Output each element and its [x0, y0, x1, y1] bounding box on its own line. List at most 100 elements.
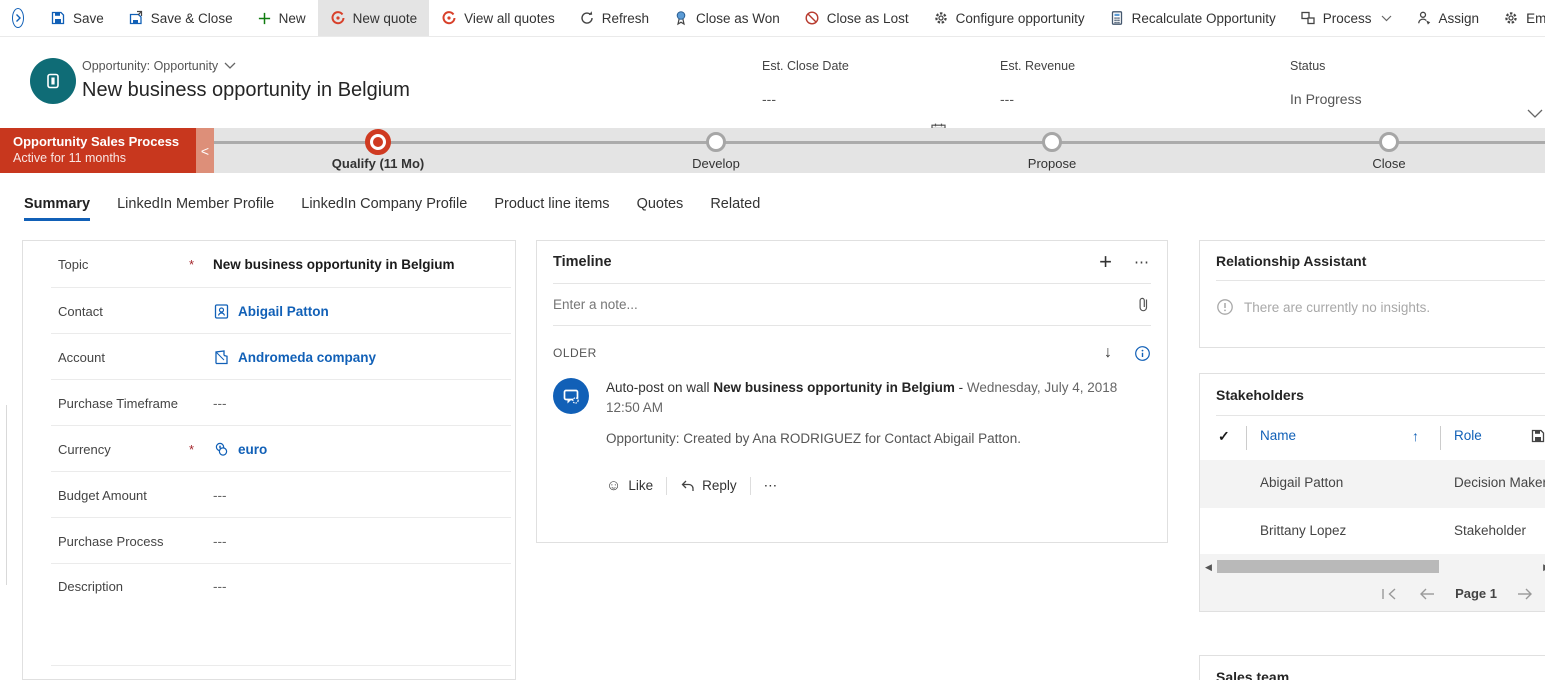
- relationship-assistant-panel: Relationship Assistant There are current…: [1199, 240, 1545, 348]
- recalculate-opportunity-button[interactable]: Recalculate Opportunity: [1097, 0, 1288, 36]
- business-process-flow: Opportunity Sales Process Active for 11 …: [0, 128, 1545, 173]
- reply-button[interactable]: Reply: [680, 476, 737, 496]
- stage-close[interactable]: Close: [1299, 128, 1479, 171]
- horizontal-scrollbar[interactable]: ◀ ▶: [1200, 560, 1545, 573]
- timeline-more-button[interactable]: ⋯: [1134, 253, 1151, 271]
- stage-develop[interactable]: Develop: [626, 128, 806, 171]
- sort-ascending-icon[interactable]: ↑: [1412, 428, 1419, 444]
- new-quote-button[interactable]: New quote: [318, 0, 430, 36]
- info-icon[interactable]: [1134, 345, 1151, 362]
- required-mark: *: [189, 442, 213, 457]
- assistant-empty-message: There are currently no insights.: [1244, 300, 1430, 315]
- previous-page-button[interactable]: [1418, 588, 1435, 600]
- scroll-left-icon[interactable]: ◀: [1205, 562, 1212, 573]
- timeline-title: Timeline: [553, 254, 1077, 270]
- note-input[interactable]: [553, 297, 1136, 312]
- post-headline: Auto-post on wall New business opportuni…: [606, 378, 1151, 418]
- prohibition-icon: [804, 10, 820, 26]
- tab-related[interactable]: Related: [710, 196, 760, 221]
- post-more-button[interactable]: ⋯: [764, 476, 778, 496]
- down-arrow-icon[interactable]: ↓: [1104, 344, 1112, 362]
- account-icon: [213, 349, 230, 366]
- timeline-panel: Timeline + ⋯ OLDER ↓ Auto-post on wall: [536, 240, 1168, 543]
- stage-active-dot-icon[interactable]: [365, 129, 391, 155]
- stakeholder-row[interactable]: Abigail Patton Decision Maker: [1200, 460, 1545, 508]
- tab-linkedin-company-profile[interactable]: LinkedIn Company Profile: [301, 196, 467, 221]
- older-label: OLDER: [553, 346, 1104, 360]
- topic-value[interactable]: New business opportunity in Belgium: [213, 257, 455, 272]
- view-all-quotes-button[interactable]: View all quotes: [429, 0, 567, 36]
- timeline-note-row: [553, 284, 1151, 326]
- stage-propose[interactable]: Propose: [962, 128, 1142, 171]
- account-link[interactable]: Andromeda company: [213, 349, 376, 366]
- like-button[interactable]: ☺ Like: [606, 476, 653, 496]
- grid-save-icon[interactable]: [1530, 428, 1545, 444]
- new-button[interactable]: New: [245, 0, 318, 36]
- chevron-down-icon: [1381, 15, 1392, 22]
- stage-dot-icon[interactable]: [1379, 132, 1399, 152]
- summary-form-panel: Topic * New business opportunity in Belg…: [22, 240, 516, 680]
- assign-button[interactable]: Assign: [1404, 0, 1492, 36]
- tab-product-line-items[interactable]: Product line items: [494, 196, 609, 221]
- record-type-selector[interactable]: Opportunity: Opportunity: [82, 59, 236, 73]
- close-as-won-button[interactable]: Close as Won: [661, 0, 792, 36]
- configure-opportunity-button[interactable]: Configure opportunity: [921, 0, 1097, 36]
- timeline-post: Auto-post on wall New business opportuni…: [553, 378, 1151, 496]
- save-button[interactable]: Save: [38, 0, 116, 36]
- record-header: Opportunity: Opportunity New business op…: [0, 37, 1545, 128]
- collapse-header-chevron-icon[interactable]: [1527, 109, 1543, 119]
- currency-icon: [213, 441, 230, 458]
- refresh-button[interactable]: Refresh: [567, 0, 661, 36]
- sales-team-title: Sales team: [1216, 669, 1545, 680]
- sales-team-panel: Sales team ⋯: [1199, 655, 1545, 680]
- est-close-date-field: Est. Close Date ---: [762, 59, 849, 107]
- column-header-name[interactable]: Name: [1260, 428, 1296, 443]
- tab-linkedin-member-profile[interactable]: LinkedIn Member Profile: [117, 196, 274, 221]
- close-as-lost-button[interactable]: Close as Lost: [792, 0, 921, 36]
- process-button[interactable]: Process: [1288, 0, 1404, 36]
- tab-quotes[interactable]: Quotes: [637, 196, 684, 221]
- stakeholders-grid-header: ✓ Name ↑ Role: [1200, 416, 1545, 460]
- pagination: Page 1: [1381, 586, 1534, 601]
- est-revenue-field: Est. Revenue ---: [1000, 59, 1075, 107]
- alert-circle-icon: [1216, 298, 1234, 316]
- first-page-button[interactable]: [1381, 588, 1398, 600]
- stakeholder-row[interactable]: Brittany Lopez Stakeholder: [1200, 508, 1545, 556]
- field-topic: Topic * New business opportunity in Belg…: [23, 241, 515, 288]
- process-header: Opportunity Sales Process Active for 11 …: [0, 128, 196, 173]
- chevron-down-icon: [224, 62, 236, 70]
- column-header-role[interactable]: Role: [1454, 428, 1482, 443]
- stage-dot-icon[interactable]: [1042, 132, 1062, 152]
- tab-summary[interactable]: Summary: [24, 196, 90, 221]
- stage-dot-icon[interactable]: [706, 132, 726, 152]
- field-purchase-process: Purchase Process ---: [23, 518, 515, 564]
- page-scrollbar[interactable]: [6, 405, 7, 585]
- save-icon: [50, 10, 66, 26]
- contact-link[interactable]: Abigail Patton: [213, 303, 329, 320]
- save-close-icon: [128, 10, 144, 26]
- expand-commandbar-icon[interactable]: [12, 8, 24, 28]
- page-title: New business opportunity in Belgium: [82, 79, 410, 102]
- ribbon-icon: [673, 10, 689, 26]
- stakeholders-footer: ◀ ▶ Page 1: [1200, 554, 1545, 611]
- stage-qualify[interactable]: Qualify (11 Mo): [288, 128, 468, 171]
- command-bar: Save Save & Close New New quote View all…: [0, 0, 1545, 37]
- select-all-check-icon[interactable]: ✓: [1218, 428, 1230, 445]
- currency-link[interactable]: euro: [213, 441, 267, 458]
- paperclip-icon[interactable]: [1136, 296, 1151, 313]
- calculator-icon: [1109, 10, 1125, 26]
- email-a-link-button[interactable]: Email a Link: [1491, 0, 1545, 36]
- timeline-add-button[interactable]: +: [1077, 249, 1134, 275]
- next-page-button[interactable]: [1517, 588, 1534, 600]
- reply-arrow-icon: [680, 479, 695, 493]
- quote-icon: [330, 10, 346, 26]
- save-and-close-button[interactable]: Save & Close: [116, 0, 245, 36]
- assign-person-icon: [1416, 10, 1432, 26]
- assistant-title: Relationship Assistant: [1216, 241, 1545, 281]
- process-collapse-button[interactable]: <: [196, 128, 214, 173]
- post-subject: New business opportunity in Belgium: [713, 380, 955, 395]
- scrollbar-thumb[interactable]: [1217, 560, 1439, 573]
- plus-icon: [257, 11, 272, 26]
- refresh-icon: [579, 10, 595, 26]
- tab-strip: Summary LinkedIn Member Profile LinkedIn…: [24, 196, 760, 221]
